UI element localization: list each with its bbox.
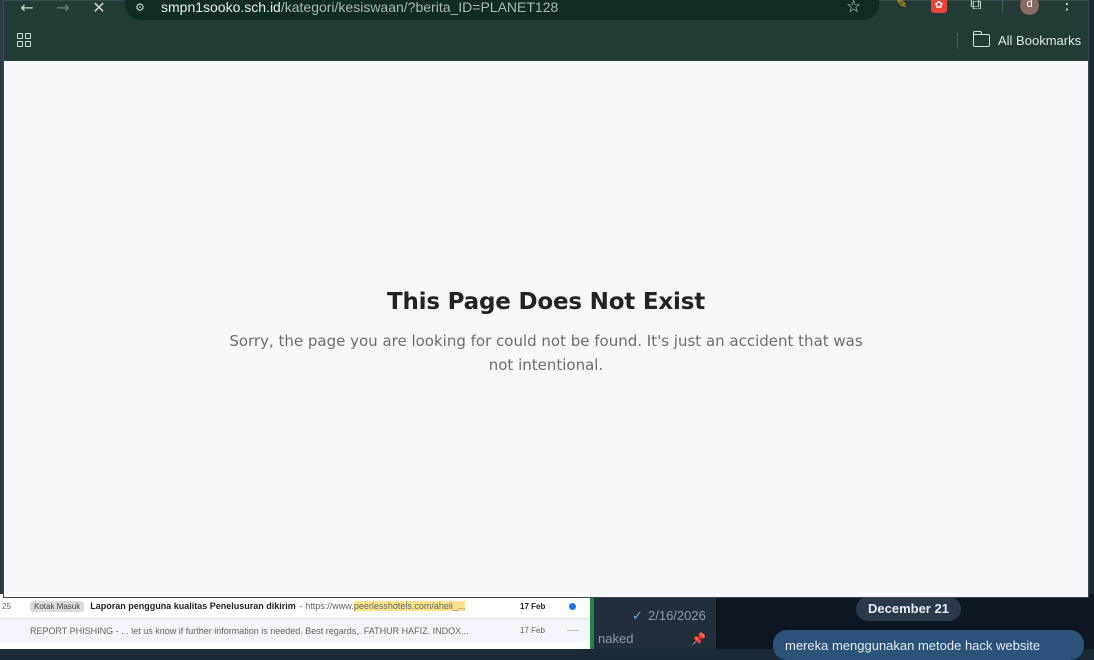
kebab-menu-icon[interactable]: ⋮	[1059, 0, 1075, 15]
url-text[interactable]: smpn1sooko.sch.id/kategori/kesiswaan/?be…	[161, 0, 558, 15]
background-chat-list: ✓ 2/16/2026 naked 📌	[594, 594, 716, 649]
bookmarks-bar: All Bookmarks	[4, 21, 1088, 61]
background-mail-list: 25 Kotak Masuk Laporan pengguna kualitas…	[0, 594, 590, 649]
stop-loading-icon[interactable]: ✕	[89, 0, 109, 17]
toolbar-divider	[1002, 0, 1003, 13]
chat-name[interactable]: naked	[598, 631, 633, 646]
pin-icon: 📌	[691, 632, 706, 646]
chat-date-separator: December 21	[856, 597, 961, 621]
site-info-icon[interactable]: ⚙	[135, 1, 151, 15]
apps-grid-cell	[25, 33, 31, 39]
mail-row-number: 25	[2, 601, 11, 611]
browser-window: ← → ✕ ⚙ smpn1sooko.sch.id/kategori/kesis…	[3, 0, 1089, 598]
extension-icon[interactable]: ✎	[893, 0, 911, 13]
all-bookmarks-button[interactable]: All Bookmarks	[998, 33, 1081, 48]
url-host: smpn1sooko.sch.id	[161, 0, 281, 15]
address-bar[interactable]: ⚙ smpn1sooko.sch.id/kategori/kesiswaan/?…	[125, 0, 879, 20]
mail-snippet: REPORT PHISHING - ... let us know if fur…	[30, 625, 469, 636]
mail-divider	[567, 630, 579, 631]
mail-label-tag: Kotak Masuk	[30, 600, 85, 612]
bookmarks-divider	[957, 33, 958, 49]
chat-date: 2/16/2026	[648, 608, 706, 623]
background-chat-view: December 21 mereka menggunakan metode ha…	[716, 594, 1094, 660]
apps-grid-icon[interactable]	[17, 33, 32, 48]
mail-date: 17 Feb	[520, 601, 546, 611]
mail-row[interactable]: REPORT PHISHING - ... let us know if fur…	[0, 618, 590, 642]
puzzle-extensions-icon[interactable]: ⧉	[967, 0, 985, 13]
folder-icon[interactable]	[972, 31, 990, 47]
profile-avatar[interactable]: d	[1020, 0, 1039, 15]
apps-grid-cell	[17, 33, 23, 39]
page-title: This Page Does Not Exist	[386, 289, 706, 315]
unread-dot-icon	[569, 602, 576, 610]
read-check-icon: ✓	[632, 608, 643, 623]
url-path: /kategori/kesiswaan/?berita_ID=PLANET128	[280, 0, 559, 15]
page-content: This Page Does Not Exist Sorry, the page…	[4, 61, 1088, 597]
mail-date: 17 Feb	[520, 626, 545, 635]
browser-toolbar: ← → ✕ ⚙ smpn1sooko.sch.id/kategori/kesis…	[4, 0, 1088, 21]
extension-icon[interactable]: ✿	[931, 0, 947, 13]
error-message: Sorry, the page you are looking for coul…	[229, 332, 863, 374]
mail-snippet: - https://www.peerlesshotels.com/aheli_.…	[300, 601, 466, 611]
mail-snippet-text: - https://www.	[299, 601, 354, 611]
star-icon[interactable]: ☆	[846, 0, 861, 17]
back-arrow-icon[interactable]: ←	[17, 0, 37, 17]
chat-message-bubble[interactable]: mereka menggunakan metode hack website	[773, 630, 1084, 660]
apps-grid-cell	[25, 41, 31, 47]
forward-arrow-icon[interactable]: →	[53, 0, 73, 17]
apps-grid-cell	[17, 41, 23, 47]
mail-subject: Laporan pengguna kualitas Penelusuran di…	[90, 601, 296, 611]
mail-snippet-highlight: peerlesshotels.com/aheli_...	[353, 601, 466, 611]
